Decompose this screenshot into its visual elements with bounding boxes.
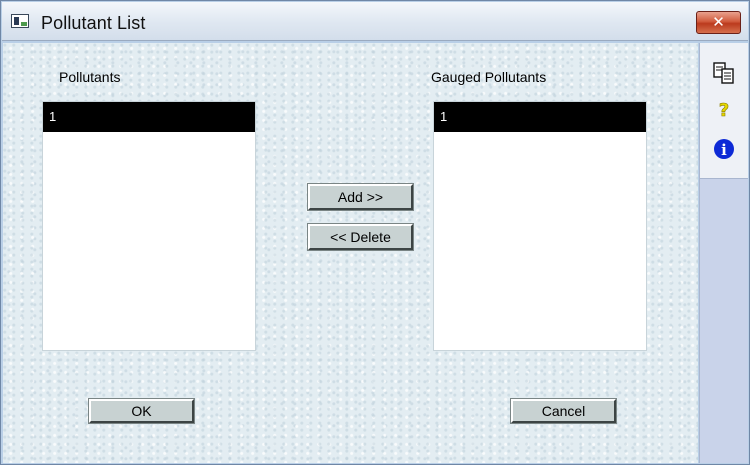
help-icon[interactable]: ? xyxy=(712,97,736,121)
close-button[interactable]: ✕ xyxy=(696,11,741,34)
info-icon[interactable]: i xyxy=(712,137,736,161)
pollutant-list-window: Pollutant List ✕ Pollutants 1 Gauged Pol… xyxy=(0,0,750,465)
ok-button[interactable]: OK xyxy=(88,398,195,424)
side-toolbar: ? i xyxy=(699,43,748,463)
window-title: Pollutant List xyxy=(41,13,146,33)
dialog-body: Pollutants 1 Gauged Pollutants 1 Add >> … xyxy=(3,43,698,463)
copy-icon[interactable] xyxy=(712,61,736,85)
gauged-pollutants-list-item[interactable]: 1 xyxy=(434,102,646,132)
gauged-pollutants-label: Gauged Pollutants xyxy=(431,69,547,85)
info-glyph: i xyxy=(721,141,727,159)
pollutants-listbox[interactable]: 1 xyxy=(42,101,256,351)
cancel-button[interactable]: Cancel xyxy=(510,398,617,424)
title-bar[interactable]: Pollutant List ✕ xyxy=(2,2,748,41)
pollutants-label: Pollutants xyxy=(59,69,121,85)
add-button[interactable]: Add >> xyxy=(307,183,414,211)
delete-button[interactable]: << Delete xyxy=(307,223,414,251)
gauged-pollutants-listbox[interactable]: 1 xyxy=(433,101,647,351)
app-icon xyxy=(11,14,29,28)
help-glyph: ? xyxy=(719,100,729,121)
pollutants-list-item[interactable]: 1 xyxy=(43,102,255,132)
